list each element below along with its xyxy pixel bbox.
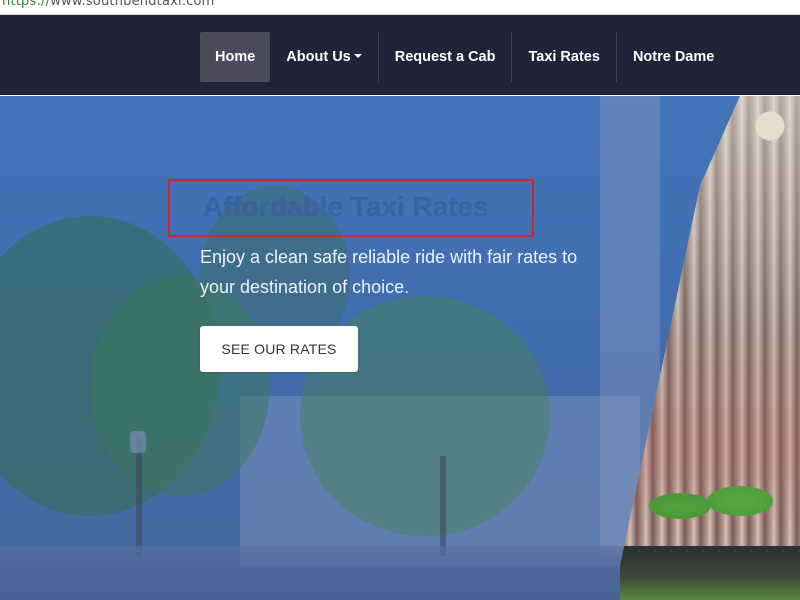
url-text[interactable]: https://www.southbendtaxi.com	[2, 0, 215, 9]
main-navbar: Home About Us Request a Cab Taxi Rates N…	[0, 15, 800, 95]
caret-down-icon	[353, 54, 362, 58]
highlight-annotation-box	[168, 179, 534, 237]
see-our-rates-button[interactable]: SEE OUR RATES	[200, 326, 358, 372]
nav-item-home[interactable]: Home	[200, 32, 271, 82]
address-bar[interactable]: https://www.southbendtaxi.com	[0, 0, 800, 15]
nav-item-label: Taxi Rates	[528, 49, 600, 65]
nav-item-label: About Us	[286, 49, 351, 65]
hero-subtitle: Enjoy a clean safe reliable ride with fa…	[200, 247, 578, 297]
url-host: www.southbendtaxi.com	[50, 0, 215, 9]
nav-item-label: Request a Cab	[394, 49, 496, 65]
hero-section: Affordable Taxi Rates Enjoy a clean safe…	[0, 96, 800, 600]
nav-item-taxi-rates[interactable]: Taxi Rates	[512, 32, 615, 82]
nav-item-label: Notre Dame	[632, 49, 715, 65]
nav-item-notre-dame[interactable]: Notre Dame	[617, 32, 730, 82]
tree	[90, 276, 270, 496]
nav-menu: Home About Us Request a Cab Taxi Rates N…	[200, 32, 730, 82]
nav-item-request-a-cab[interactable]: Request a Cab	[379, 32, 512, 82]
nav-item-label: Home	[215, 49, 256, 65]
lamp-post	[130, 431, 146, 453]
url-scheme: https://	[2, 0, 51, 9]
nav-item-about-us[interactable]: About Us	[270, 32, 377, 82]
